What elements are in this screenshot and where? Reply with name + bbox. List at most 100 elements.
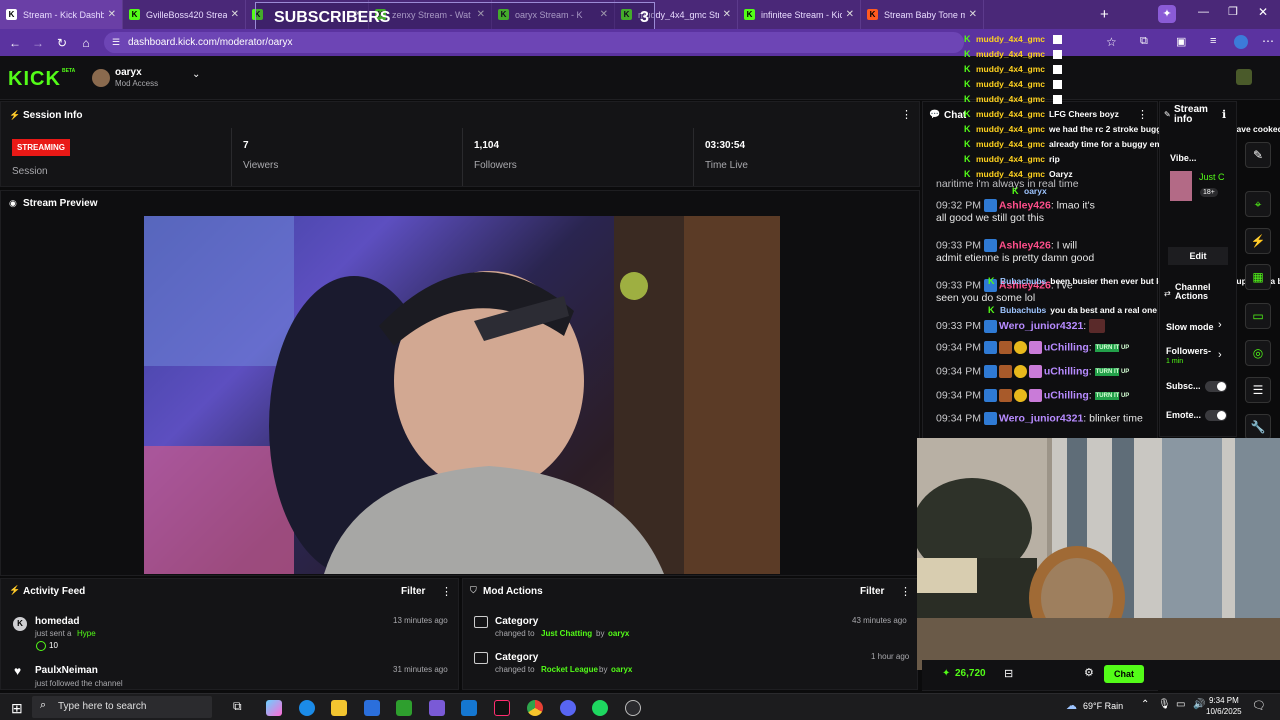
activity-filter-button[interactable]: Filter (401, 586, 425, 597)
taskbar-search-box[interactable]: ⌕ Type here to search (32, 696, 212, 718)
store-icon[interactable] (364, 700, 380, 716)
browser-tab[interactable]: K Stream Baby Tone m ✕ (861, 0, 984, 29)
menu-icon[interactable]: ⋯ (1262, 34, 1274, 48)
lightning-icon[interactable]: ⚡ (1245, 228, 1271, 254)
copilot-icon[interactable]: ✦ (1158, 5, 1176, 23)
volume-icon[interactable]: 🔊 (1193, 699, 1205, 710)
video-player[interactable] (144, 216, 780, 574)
extensions-icon[interactable]: ⧉ (1140, 35, 1148, 48)
emote-toggle[interactable] (1205, 410, 1227, 421)
browser-tab[interactable]: K Stream - Kick Dashb ✕ (0, 0, 123, 29)
chat-username[interactable]: Ashley426 (999, 239, 1051, 251)
crown-badge-icon (1028, 341, 1042, 354)
mic-icon[interactable]: 🎙 (1158, 699, 1171, 710)
file-explorer-icon[interactable] (331, 700, 347, 716)
emote-picker-icon[interactable]: ⊟ (1004, 667, 1013, 680)
chat-message[interactable]: 09:34 PM uChilling: TURN IT UP (936, 365, 1129, 378)
tab-close-icon[interactable]: ✕ (108, 9, 116, 20)
chat-username[interactable]: uChilling (1044, 341, 1089, 353)
chat-message[interactable]: 09:33 PM Ashley426: I will admit etienne … (936, 239, 1094, 264)
tab-close-icon[interactable]: ✕ (846, 9, 854, 20)
forward-icon[interactable]: → (28, 36, 48, 50)
chat-message[interactable]: 09:33 PM Wero_junior4321: (936, 319, 1106, 333)
activity-highlight: Hype (77, 629, 96, 638)
chat-menu-icon[interactable]: ⋮ (1137, 108, 1148, 121)
back-icon[interactable]: ← (5, 36, 25, 50)
layers-icon[interactable]: ☰ (1245, 377, 1271, 403)
task-view-icon[interactable]: ⧉ (233, 699, 242, 714)
site-info-icon[interactable]: ☰ (112, 32, 120, 53)
chat-timestamp: 09:34 PM (936, 389, 981, 402)
edit-button[interactable]: Edit (1168, 247, 1228, 265)
info-menu-icon[interactable]: ℹ (1222, 108, 1226, 121)
game-bar-icon[interactable] (429, 700, 445, 716)
moderation-icon[interactable]: ▦ (1245, 264, 1271, 290)
new-tab-button[interactable]: + (1100, 6, 1109, 23)
tab-close-icon[interactable]: ✕ (969, 9, 977, 20)
subscribers-toggle[interactable] (1205, 381, 1227, 392)
chat-message[interactable]: 09:34 PM uChilling: TURN IT UP (936, 389, 1129, 402)
chat-username[interactable]: Wero_junior4321 (999, 412, 1083, 424)
weather-text[interactable]: 69°F Rain (1083, 701, 1123, 711)
chat-username[interactable]: uChilling (1044, 365, 1089, 377)
activity-menu-icon[interactable]: ⋮ (441, 585, 452, 598)
session-menu-icon[interactable]: ⋮ (901, 108, 912, 121)
broadcast-icon[interactable]: ◎ (1245, 340, 1271, 366)
maximize-button[interactable]: ❐ (1228, 5, 1238, 18)
time-live-label: Time Live (705, 160, 748, 171)
chat-settings-icon[interactable]: ⚙ (1084, 666, 1094, 679)
browser-tab[interactable]: K GvilleBoss420 Strean ✕ (123, 0, 246, 29)
chevron-right-icon[interactable]: › (1218, 349, 1222, 361)
close-window-button[interactable]: ✕ (1258, 5, 1268, 19)
followers-mode-label[interactable]: Followers- (1166, 346, 1211, 356)
discord-icon[interactable] (560, 700, 576, 716)
reload-icon[interactable]: ↻ (52, 36, 72, 50)
obs-icon[interactable] (625, 700, 641, 716)
chat-username[interactable]: Ashley426 (999, 199, 1051, 211)
wrench-icon[interactable]: 🔧 (1245, 414, 1271, 440)
notification-icon[interactable]: 🗨 (1252, 699, 1266, 712)
slow-mode-label[interactable]: Slow mode (1166, 322, 1214, 332)
kick-badge-icon: K (964, 139, 971, 149)
favorite-icon[interactable]: ☆ (1106, 35, 1117, 49)
tray-chevron-icon[interactable]: ⌃ (1141, 699, 1149, 710)
mod-menu-icon[interactable]: ⋮ (900, 585, 911, 598)
chat-bubble-icon[interactable]: ▭ (1245, 303, 1271, 329)
chat-timestamp: 09:33 PM (936, 279, 981, 292)
edge-icon[interactable] (299, 700, 315, 716)
profile-icon[interactable] (1234, 35, 1248, 49)
raid-icon[interactable]: ⌖ (1245, 191, 1271, 217)
chat-username[interactable]: uChilling (1044, 389, 1089, 401)
chat-message[interactable]: 09:34 PM Wero_junior4321: blinker time (936, 412, 1143, 425)
tab-close-icon[interactable]: ✕ (231, 9, 239, 20)
chat-send-button[interactable]: Chat (1104, 665, 1144, 683)
spotify-icon[interactable] (592, 700, 608, 716)
browser-tab[interactable]: Kinfinitee Stream - Kic ✕ (738, 0, 861, 29)
split-screen-icon[interactable]: ▣ (1176, 35, 1186, 48)
outlook-icon[interactable] (461, 700, 477, 716)
tab-close-icon[interactable]: ✕ (723, 9, 731, 20)
kick-logo[interactable]: KICK (8, 68, 61, 91)
clock-time[interactable]: 9:34 PM (1209, 696, 1239, 705)
chat-message[interactable]: 09:32 PM Ashley426: lmao it's all good we… (936, 199, 1095, 224)
overlay-chat-line: Kmuddy_4x4_gmc (964, 94, 1062, 104)
chat-message[interactable]: 09:34 PM uChilling: TURN IT UP (936, 341, 1129, 354)
clock-date[interactable]: 10/6/2025 (1206, 707, 1242, 716)
minimize-button[interactable]: — (1198, 6, 1209, 18)
home-icon[interactable]: ⌂ (76, 36, 96, 50)
copilot-app-icon[interactable] (266, 700, 282, 716)
tiktok-icon[interactable] (494, 700, 510, 716)
chrome-icon[interactable] (527, 700, 543, 716)
network-icon[interactable]: ▭ (1176, 699, 1185, 710)
windows-start-icon[interactable]: ⊞ (11, 700, 23, 717)
xbox-icon[interactable] (396, 700, 412, 716)
url-field[interactable]: ☰ dashboard.kick.com/moderator/oaryx (104, 32, 964, 53)
chat-icon: 💬 (929, 109, 941, 119)
user-avatar[interactable] (1236, 69, 1252, 85)
chevron-right-icon[interactable]: › (1218, 319, 1222, 331)
channel-switch-chevron-icon[interactable]: ⌄ (192, 69, 200, 80)
edit-stream-icon[interactable]: ✎ (1245, 142, 1271, 168)
chat-username[interactable]: Wero_junior4321 (999, 320, 1083, 332)
collections-icon[interactable]: ≡ (1210, 35, 1216, 47)
mod-filter-button[interactable]: Filter (860, 586, 884, 597)
